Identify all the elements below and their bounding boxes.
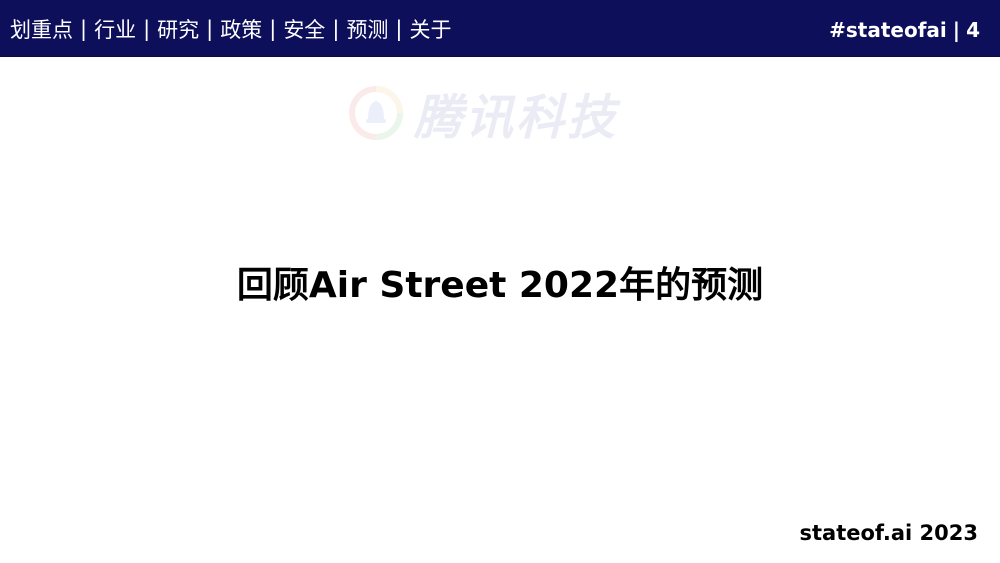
nav-item-safety[interactable]: 安全 [283,14,325,44]
nav-separator: | [80,17,88,41]
slide-tag: #stateofai | 4 [829,15,980,45]
nav-separator: | [143,17,151,41]
section-nav: 划重点 | 行业 | 研究 | 政策 | 安全 | 预测 | 关于 [10,13,451,45]
watermark-text: 腾讯科技 [414,90,619,146]
tag-separator: | [952,18,961,42]
tencent-tech-logo-icon [348,85,404,141]
nav-separator: | [269,17,277,41]
nav-separator: | [332,17,340,41]
hashtag: #stateofai [829,18,947,42]
header-bar: 划重点 | 行业 | 研究 | 政策 | 安全 | 预测 | 关于 #state… [0,0,1000,57]
slide-title: 回顾Air Street 2022年的预测 [236,265,764,306]
nav-item-industry[interactable]: 行业 [94,14,136,44]
nav-separator: | [206,17,214,41]
nav-item-highlights[interactable]: 划重点 [10,14,73,44]
nav-item-policy[interactable]: 政策 [220,14,262,44]
footer-credit: stateof.ai 2023 [799,521,978,545]
nav-separator: | [395,17,403,41]
nav-item-about[interactable]: 关于 [409,14,451,44]
nav-item-research[interactable]: 研究 [157,14,199,44]
watermark: 腾讯科技 [348,78,618,148]
nav-item-predictions[interactable]: 预测 [346,14,388,44]
page-number: 4 [966,18,980,42]
